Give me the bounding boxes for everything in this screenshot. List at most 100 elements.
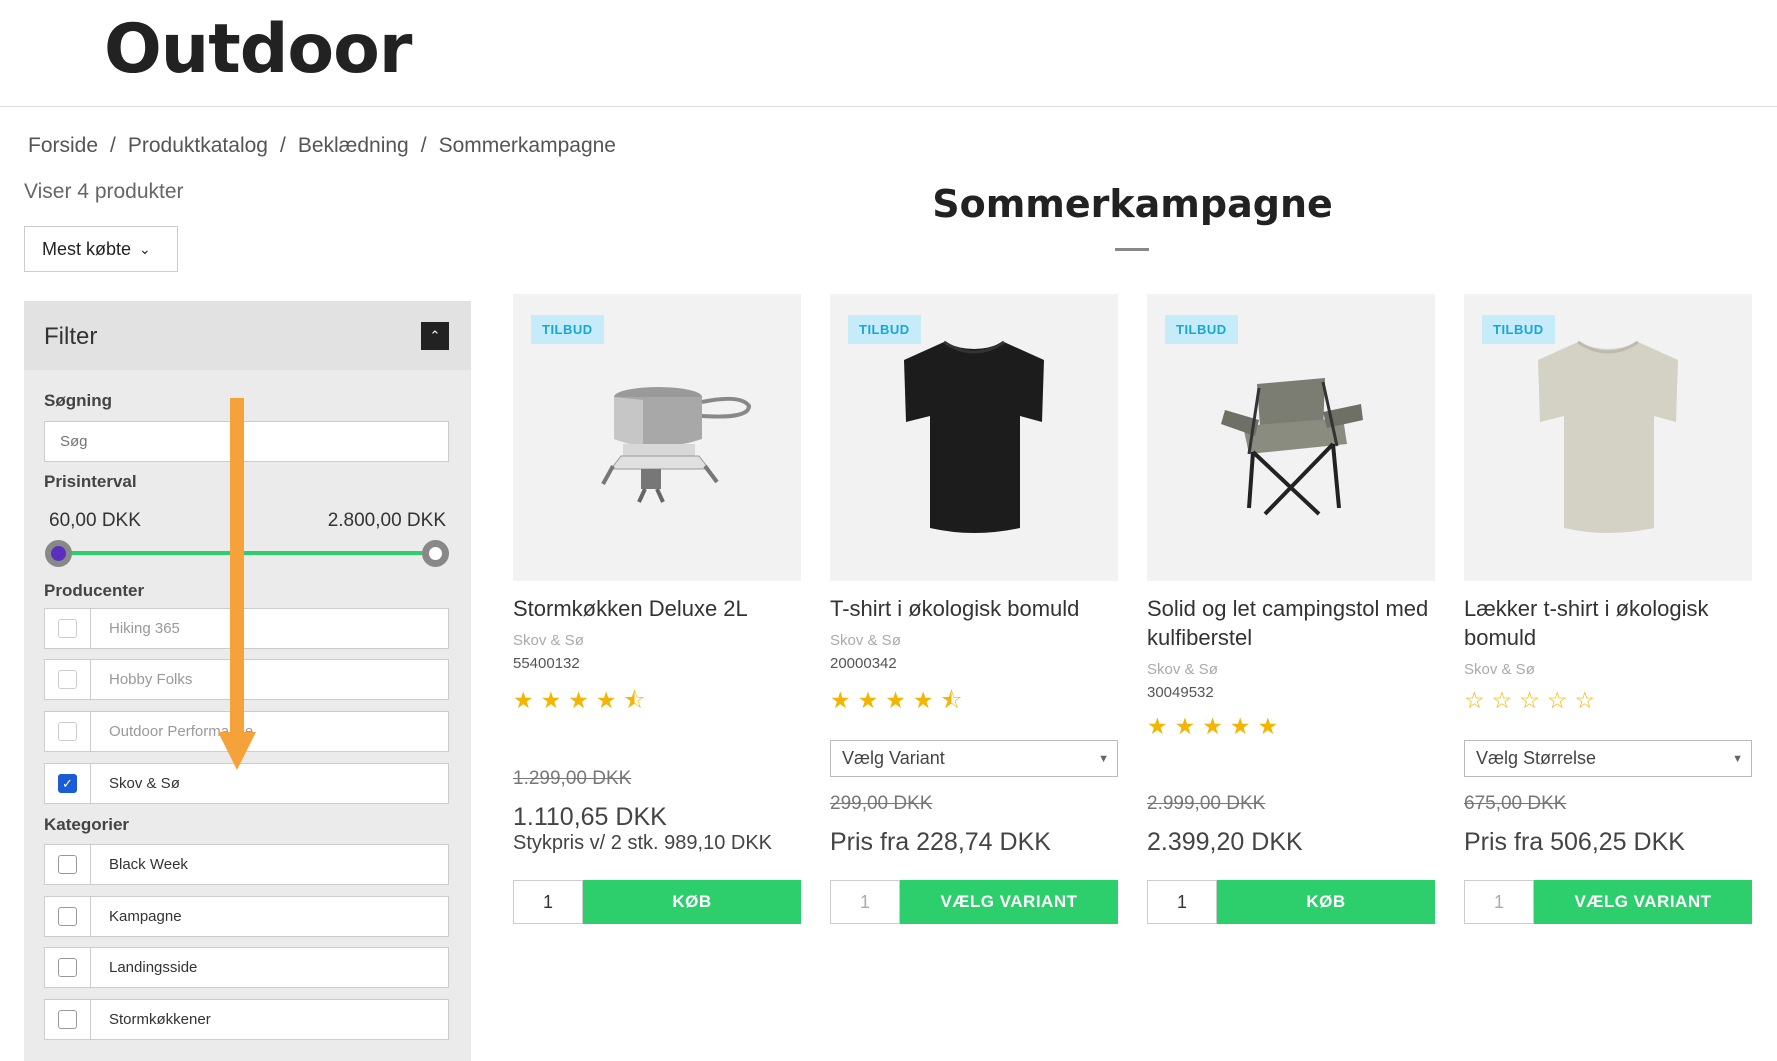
divider bbox=[90, 609, 91, 648]
variant-select-label: Vælg Variant bbox=[842, 748, 945, 768]
choose-variant-button[interactable]: VÆLG VARIANT bbox=[1534, 880, 1752, 924]
product-brand: Skov & Sø bbox=[1147, 661, 1218, 678]
choose-variant-button[interactable]: VÆLG VARIANT bbox=[900, 880, 1118, 924]
old-price: 2.999,00 DKK bbox=[1147, 793, 1266, 814]
caret-down-icon: ▼ bbox=[1732, 753, 1743, 765]
producer-checkbox[interactable] bbox=[58, 670, 77, 689]
category-option-kampagne[interactable]: Kampagne bbox=[44, 896, 449, 937]
page-title: Sommerkampagne bbox=[932, 182, 1333, 226]
black-tshirt-image bbox=[904, 340, 1044, 533]
product-count: Viser 4 produkter bbox=[24, 180, 184, 203]
category-option-stormkokkener[interactable]: Stormkøkkener bbox=[44, 999, 449, 1040]
category-option-landingsside[interactable]: Landingsside bbox=[44, 947, 449, 988]
product-brand: Skov & Sø bbox=[513, 632, 584, 649]
product-name[interactable]: Stormkøkken Deluxe 2L bbox=[513, 594, 803, 623]
half-star-icon: ⯪ bbox=[623, 687, 653, 713]
divider bbox=[90, 948, 91, 987]
current-price: 2.399,20 DKK bbox=[1147, 828, 1303, 856]
producers-section-label: Producenter bbox=[44, 581, 145, 600]
filter-search-input[interactable] bbox=[44, 421, 449, 462]
old-price: 1.299,00 DKK bbox=[513, 768, 632, 789]
check-icon: ✓ bbox=[62, 775, 73, 791]
price-slider-max-handle[interactable] bbox=[422, 540, 449, 567]
size-select[interactable]: Vælg Størrelse ▼ bbox=[1464, 740, 1752, 777]
product-name[interactable]: T-shirt i økologisk bomuld bbox=[830, 594, 1120, 623]
price-min-value: 60,00 DKK bbox=[49, 510, 141, 531]
category-checkbox[interactable] bbox=[58, 907, 77, 926]
filter-title: Filter bbox=[44, 323, 98, 350]
breadcrumb-clothing[interactable]: Beklædning bbox=[298, 134, 409, 158]
filter-header[interactable]: Filter ⌃ bbox=[24, 301, 471, 370]
category-label: Kampagne bbox=[109, 908, 182, 925]
breadcrumb-separator: / bbox=[420, 134, 427, 157]
collapse-filter-button[interactable]: ⌃ bbox=[421, 322, 449, 350]
price-section-label: Prisinterval bbox=[44, 472, 137, 491]
breadcrumb: Forside / Produktkatalog / Beklædning / … bbox=[28, 134, 616, 158]
buy-button[interactable]: KØB bbox=[1217, 880, 1435, 924]
producer-checkbox-checked[interactable]: ✓ bbox=[58, 774, 77, 793]
size-select-label: Vælg Størrelse bbox=[1476, 748, 1597, 768]
chevron-up-icon: ⌃ bbox=[429, 328, 441, 343]
product-image[interactable]: TILBUD bbox=[513, 294, 801, 581]
rating-stars: ★★★★★ bbox=[1147, 713, 1286, 739]
producer-label: Skov & Sø bbox=[109, 775, 180, 792]
current-price: Pris fra 228,74 DKK bbox=[830, 828, 1051, 856]
price-slider-min-handle[interactable] bbox=[45, 540, 72, 567]
product-image[interactable]: TILBUD bbox=[830, 294, 1118, 581]
sort-label: Mest købte bbox=[42, 238, 132, 259]
half-star-icon: ⯪ bbox=[940, 687, 970, 713]
product-sku: 20000342 bbox=[830, 655, 897, 672]
categories-section-label: Kategorier bbox=[44, 815, 130, 834]
breadcrumb-home[interactable]: Forside bbox=[28, 134, 98, 158]
divider bbox=[90, 660, 91, 699]
producer-label: Hobby Folks bbox=[109, 671, 193, 688]
quantity-input[interactable]: 1 bbox=[1464, 880, 1534, 924]
producer-option-hobby-folks[interactable]: Hobby Folks bbox=[44, 659, 449, 700]
site-logo[interactable]: Outdoor bbox=[104, 10, 412, 89]
quantity-input[interactable]: 1 bbox=[830, 880, 900, 924]
product-sku: 30049532 bbox=[1147, 684, 1214, 701]
category-option-black-week[interactable]: Black Week bbox=[44, 844, 449, 885]
product-name[interactable]: Lækker t-shirt i økologisk bomuld bbox=[1464, 594, 1754, 652]
variant-select[interactable]: Vælg Variant ▼ bbox=[830, 740, 1118, 777]
category-checkbox[interactable] bbox=[58, 1010, 77, 1029]
annotation-arrow-head bbox=[218, 732, 256, 770]
price-max-value: 2.800,00 DKK bbox=[327, 510, 446, 531]
product-name[interactable]: Solid og let campingstol med kulfiberste… bbox=[1147, 594, 1437, 652]
breadcrumb-catalog[interactable]: Produktkatalog bbox=[128, 134, 268, 158]
old-price: 675,00 DKK bbox=[1464, 793, 1567, 814]
product-brand: Skov & Sø bbox=[1464, 661, 1535, 678]
chevron-down-icon: ⌄ bbox=[139, 240, 151, 257]
old-price: 299,00 DKK bbox=[830, 793, 933, 814]
quantity-input[interactable]: 1 bbox=[1147, 880, 1217, 924]
producer-checkbox[interactable] bbox=[58, 722, 77, 741]
breadcrumb-current: Sommerkampagne bbox=[438, 134, 616, 157]
rating-stars: ★★★★⯪ bbox=[513, 687, 653, 713]
producer-checkbox[interactable] bbox=[58, 619, 77, 638]
camping-chair-image bbox=[1221, 378, 1363, 516]
breadcrumb-separator: / bbox=[110, 134, 116, 157]
divider bbox=[90, 845, 91, 884]
product-image[interactable]: TILBUD bbox=[1147, 294, 1435, 581]
category-checkbox[interactable] bbox=[58, 958, 77, 977]
product-image[interactable]: TILBUD bbox=[1464, 294, 1752, 581]
category-checkbox[interactable] bbox=[58, 855, 77, 874]
beige-tshirt-image bbox=[1538, 340, 1678, 533]
annotation-arrow-shaft bbox=[230, 398, 244, 738]
divider bbox=[90, 897, 91, 936]
sort-dropdown[interactable]: Mest købte ⌄ bbox=[24, 226, 178, 272]
product-brand: Skov & Sø bbox=[830, 632, 901, 649]
quantity-input[interactable]: 1 bbox=[513, 880, 583, 924]
producer-option-hiking-365[interactable]: Hiking 365 bbox=[44, 608, 449, 649]
unit-price: Stykpris v/ 2 stk. 989,10 DKK bbox=[513, 832, 772, 854]
rating-stars: ★★★★⯪ bbox=[830, 687, 970, 713]
divider bbox=[90, 764, 91, 803]
caret-down-icon: ▼ bbox=[1098, 753, 1109, 765]
price-slider-track[interactable] bbox=[57, 551, 435, 555]
buy-button[interactable]: KØB bbox=[583, 880, 801, 924]
breadcrumb-separator: / bbox=[279, 134, 286, 157]
producer-label: Hiking 365 bbox=[109, 620, 180, 637]
category-label: Black Week bbox=[109, 856, 188, 873]
site-header: Outdoor bbox=[0, 0, 1777, 107]
divider bbox=[90, 712, 91, 751]
